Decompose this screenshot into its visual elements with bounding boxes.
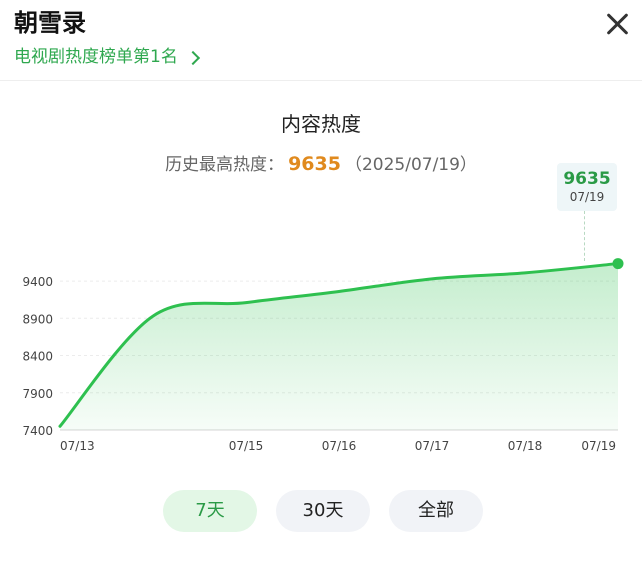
peak-date: （2025/07/19） — [344, 155, 477, 175]
tab-all[interactable]: 全部 — [389, 490, 483, 532]
ranking-link[interactable]: 电视剧热度榜单第1名 — [14, 46, 200, 68]
tab-7-days[interactable]: 7天 — [163, 490, 257, 532]
chevron-right-icon — [185, 50, 200, 65]
area-fill — [60, 263, 618, 430]
peak-info: 历史最高热度： 9635 （2025/07/19） — [0, 152, 642, 177]
y-tick-label: 8900 — [22, 312, 53, 326]
tooltip-date: 07/19 — [569, 190, 605, 204]
tab-30-days[interactable]: 30天 — [276, 490, 370, 532]
close-icon[interactable] — [604, 10, 630, 36]
header: 朝雪录 电视剧热度榜单第1名 — [0, 0, 642, 81]
y-tick-label: 9400 — [22, 275, 53, 289]
x-tick-label: 07/13 — [60, 439, 95, 453]
x-tick-label: 07/18 — [508, 439, 543, 453]
chart-title: 内容热度 — [281, 112, 361, 136]
y-tick-label: 8400 — [22, 350, 53, 364]
y-tick-label: 7900 — [22, 387, 53, 401]
peak-value: 9635 — [288, 153, 341, 175]
x-tick-label: 07/16 — [322, 439, 357, 453]
x-tick-label: 07/17 — [415, 439, 450, 453]
tooltip-value: 9635 — [563, 169, 611, 189]
x-tick-label: 07/19 — [581, 439, 616, 453]
heat-chart[interactable]: 7400 7900 8400 8900 9400 07/13 07/15 07/16 07/17… — [0, 240, 642, 460]
chart-tooltip: 9635 07/19 — [557, 163, 617, 211]
x-tick-label: 07/15 — [229, 439, 264, 453]
peak-point[interactable] — [612, 258, 624, 270]
peak-label: 历史最高热度： — [165, 155, 285, 175]
page-title: 朝雪录 — [14, 9, 86, 37]
y-tick-label: 7400 — [22, 424, 53, 438]
ranking-link-label: 电视剧热度榜单第1名 — [14, 47, 178, 67]
